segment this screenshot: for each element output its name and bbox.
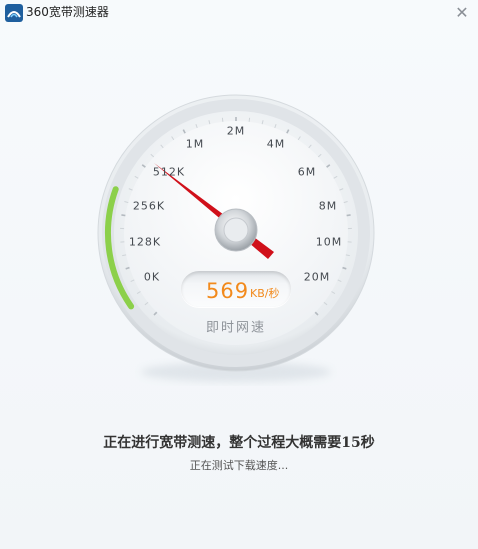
tick-label: 512K	[152, 165, 186, 179]
tick-label: 4M	[266, 137, 286, 151]
speedometer-graphic	[97, 94, 375, 382]
status-subtitle: 正在测试下载速度...	[189, 459, 289, 472]
tick-label: 2M	[226, 124, 246, 138]
speed-value: 569	[206, 279, 250, 303]
speedometer: 0K 128K 256K 512K 1M 2M 4M 6M 8M 10M 20M…	[0, 0, 478, 400]
tick-label: 128K	[128, 235, 162, 249]
speed-unit: KB/秒	[250, 287, 280, 300]
tick-label: 8M	[318, 199, 338, 213]
status-title: 正在进行宽带测速，整个过程大概需要15秒	[103, 435, 375, 451]
tick-label: 1M	[185, 137, 205, 151]
tick-label: 0K	[143, 270, 161, 284]
tick-label: 20M	[303, 270, 331, 284]
needle-hub-cap	[223, 217, 249, 243]
tick-label: 6M	[297, 165, 317, 179]
gauge-caption: 即时网速	[205, 320, 267, 336]
tick-label: 10M	[315, 235, 343, 249]
tick-label: 256K	[132, 199, 166, 213]
